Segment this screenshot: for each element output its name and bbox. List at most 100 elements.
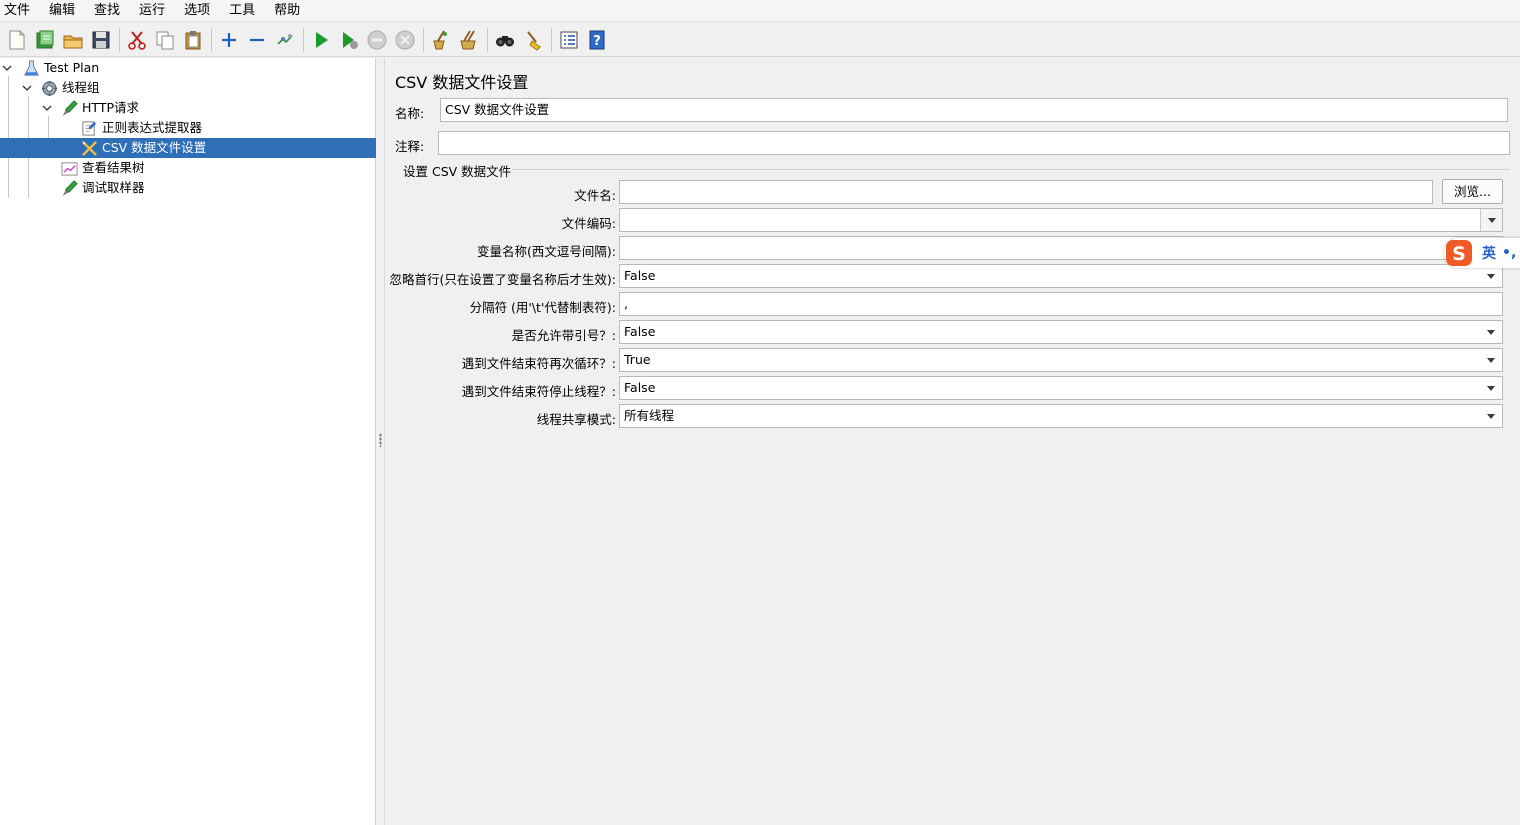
tree-item-label: CSV 数据文件设置 (102, 140, 207, 155)
tree-item-regex-extractor[interactable]: 正则表达式提取器 (80, 118, 376, 138)
csv-config-panel: CSV 数据文件设置 名称: CSV 数据文件设置 注释: 设置 CSV 数据文… (386, 58, 1520, 825)
tree-item-csv-data-set[interactable]: CSV 数据文件设置 (0, 138, 376, 158)
chevron-down-icon[interactable] (0, 58, 14, 78)
listener-icon (60, 159, 78, 177)
new-icon[interactable] (4, 26, 30, 54)
toggle-icon[interactable] (272, 26, 298, 54)
quoted-data-value: False (624, 324, 656, 339)
menu-bar: 文件 编辑 查找 运行 选项 工具 帮助 (0, 0, 1520, 22)
stop-icon[interactable] (364, 26, 390, 54)
menu-search[interactable]: 查找 (88, 0, 126, 22)
recycle-eof-value: True (624, 352, 651, 367)
browse-button[interactable]: 浏览... (1442, 179, 1503, 204)
open-icon[interactable] (60, 26, 86, 54)
copy-icon[interactable] (152, 26, 178, 54)
ignore-first-line-label: 忽略首行(只在设置了变量名称后才生效): (389, 272, 616, 287)
chevron-down-icon[interactable] (1480, 405, 1502, 427)
sharing-mode-select[interactable]: 所有线程 (619, 404, 1503, 428)
chevron-down-icon[interactable] (1480, 321, 1502, 343)
help-icon[interactable]: ? (584, 26, 610, 54)
splitter-handle[interactable] (376, 58, 385, 825)
menu-run[interactable]: 运行 (133, 0, 171, 22)
toolbar: ? (0, 23, 1520, 57)
ime-language-toggle[interactable]: 英 (1482, 243, 1496, 263)
toolbar-separator (119, 27, 120, 52)
quoted-data-select[interactable]: False (619, 320, 1503, 344)
chevron-down-icon[interactable] (1480, 349, 1502, 371)
extractor-icon (80, 119, 98, 137)
search-icon[interactable] (492, 26, 518, 54)
function-helper-icon[interactable] (556, 26, 582, 54)
encoding-combo[interactable] (619, 208, 1503, 232)
name-input[interactable]: CSV 数据文件设置 (440, 98, 1508, 122)
grip-icon (379, 433, 382, 447)
toolbar-separator (303, 27, 304, 52)
clear-all-icon[interactable] (456, 26, 482, 54)
debug-sampler-icon (60, 179, 78, 197)
chevron-down-icon[interactable] (20, 78, 34, 98)
tree-item-label: 线程组 (62, 80, 100, 95)
tree-item-label: 查看结果树 (82, 160, 145, 175)
sharing-mode-value: 所有线程 (624, 408, 675, 423)
sharing-mode-label: 线程共享模式: (536, 412, 616, 427)
recycle-eof-select[interactable]: True (619, 348, 1503, 372)
toolbar-separator (211, 27, 212, 52)
tree-item-label: HTTP请求 (82, 100, 139, 115)
comment-label: 注释: (395, 139, 425, 154)
recycle-eof-label: 遇到文件结束符再次循环？: (461, 356, 616, 371)
tree-item-label: 正则表达式提取器 (102, 120, 203, 135)
tree-item-debug-sampler[interactable]: 调试取样器 (60, 178, 376, 198)
toolbar-separator (487, 27, 488, 52)
ime-punctuation-toggle[interactable]: •, (1502, 245, 1516, 261)
tree-item-label: Test Plan (44, 60, 100, 75)
shutdown-icon[interactable] (392, 26, 418, 54)
variable-names-label: 变量名称(西文逗号间隔): (477, 244, 616, 259)
menu-file[interactable]: 文件 (0, 0, 36, 22)
config-icon (80, 139, 98, 157)
chevron-down-icon[interactable] (40, 98, 54, 118)
tree-item-http-request[interactable]: HTTP请求 (40, 98, 376, 118)
encoding-label: 文件编码: (561, 216, 616, 231)
chevron-down-icon[interactable] (1480, 209, 1502, 231)
tree-item-test-plan[interactable]: Test Plan (0, 58, 376, 78)
tree-item-thread-group[interactable]: 线程组 (20, 78, 376, 98)
delimiter-input[interactable]: , (619, 292, 1503, 316)
tree-item-label: 调试取样器 (82, 180, 145, 195)
page-title: CSV 数据文件设置 (395, 73, 529, 92)
tree-item-view-results-tree[interactable]: 查看结果树 (60, 158, 376, 178)
clear-icon[interactable] (428, 26, 454, 54)
ignore-first-line-value: False (624, 268, 656, 283)
ignore-first-line-select[interactable]: False (619, 264, 1503, 288)
start-icon[interactable] (308, 26, 334, 54)
filename-input[interactable] (619, 180, 1433, 204)
delimiter-label: 分隔符 (用'\t'代替制表符): (469, 300, 616, 315)
comment-input[interactable] (438, 131, 1510, 155)
thread-group-icon (40, 79, 58, 97)
reset-search-icon[interactable] (520, 26, 546, 54)
test-plan-icon (22, 59, 40, 77)
start-no-pause-icon[interactable] (336, 26, 362, 54)
quoted-data-label: 是否允许带引号？: (511, 328, 616, 343)
stop-thread-eof-label: 遇到文件结束符停止线程？: (461, 384, 616, 399)
menu-help[interactable]: 帮助 (268, 0, 306, 22)
ime-status-bar[interactable]: S 英 •, (1444, 238, 1520, 268)
menu-edit[interactable]: 编辑 (43, 0, 81, 22)
stop-thread-eof-select[interactable]: False (619, 376, 1503, 400)
group-title: 设置 CSV 数据文件 (402, 161, 513, 180)
variable-names-input[interactable] (619, 236, 1503, 260)
cut-icon[interactable] (124, 26, 150, 54)
expand-icon[interactable] (216, 26, 242, 54)
save-icon[interactable] (88, 26, 114, 54)
name-label: 名称: (395, 106, 425, 121)
sampler-icon (60, 99, 78, 117)
chevron-down-icon[interactable] (1480, 377, 1502, 399)
test-plan-tree: Test Plan 线程组 HTTP请求 正则表达式提取器 CSV 数据文件设置 (0, 58, 376, 825)
menu-options[interactable]: 选项 (178, 0, 216, 22)
toolbar-separator (551, 27, 552, 52)
filename-label: 文件名: (574, 188, 616, 203)
paste-icon[interactable] (180, 26, 206, 54)
menu-tools[interactable]: 工具 (223, 0, 261, 22)
templates-icon[interactable] (32, 26, 58, 54)
chevron-down-icon[interactable] (1480, 265, 1502, 287)
collapse-icon[interactable] (244, 26, 270, 54)
